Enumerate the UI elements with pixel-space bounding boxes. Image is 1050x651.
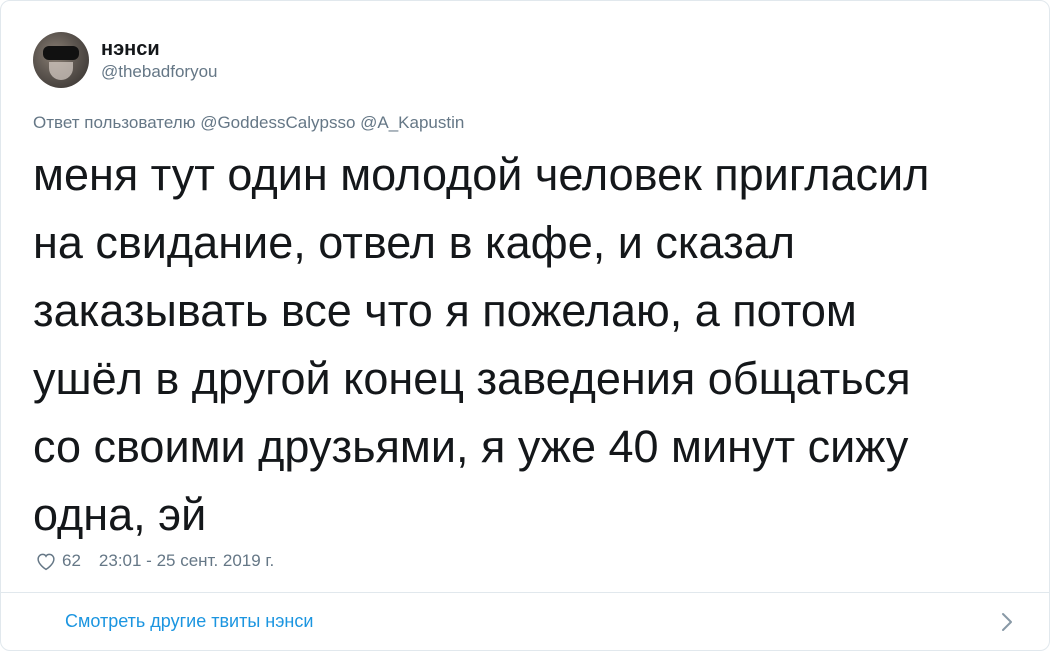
author-names: нэнси @thebadforyou (101, 37, 218, 83)
tweet-timestamp[interactable]: 23:01 - 25 сент. 2019 г. (99, 551, 274, 571)
reply-to-line: Ответ пользователю @GoddessCalypsso @A_K… (33, 113, 464, 133)
heart-icon[interactable] (35, 550, 57, 572)
reply-to-mentions[interactable]: @GoddessCalypsso @A_Kapustin (200, 113, 464, 132)
reply-to-prefix: Ответ пользователю (33, 113, 196, 132)
chevron-right-icon (1002, 613, 1012, 631)
more-tweets-label[interactable]: Смотреть другие твиты нэнси (65, 611, 313, 632)
avatar[interactable] (33, 32, 89, 88)
author-display-name[interactable]: нэнси (101, 37, 218, 61)
author-handle[interactable]: @thebadforyou (101, 61, 218, 83)
tweet-meta: 62 23:01 - 25 сент. 2019 г. (35, 550, 274, 572)
tweet-text: меня тут один молодой человек пригласил … (33, 149, 930, 540)
more-tweets-link[interactable]: Смотреть другие твиты нэнси (1, 593, 1049, 650)
tweet-header: нэнси @thebadforyou (33, 31, 218, 89)
like-count[interactable]: 62 (62, 551, 81, 571)
tweet-card: нэнси @thebadforyou Ответ пользователю @… (0, 0, 1050, 651)
